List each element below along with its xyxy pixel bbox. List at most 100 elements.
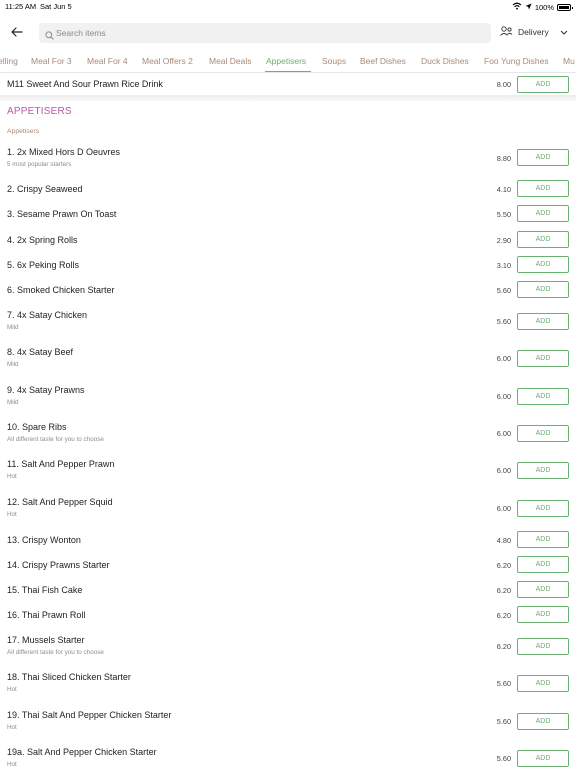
item-description: Mild — [7, 324, 19, 331]
add-button[interactable]: ADD — [517, 76, 569, 93]
item-description: Hot — [7, 686, 17, 693]
location-icon — [525, 3, 532, 12]
add-button[interactable]: ADD — [517, 556, 569, 573]
add-button[interactable]: ADD — [517, 180, 569, 197]
delivery-person-icon — [500, 26, 513, 38]
section-subtitle: Appetisers — [7, 128, 40, 135]
add-button[interactable]: ADD — [517, 281, 569, 298]
search-bar[interactable] — [39, 23, 491, 43]
item-name: 7. 4x Satay Chicken — [7, 310, 88, 320]
tab-meal-for-3[interactable]: Meal For 3 — [31, 56, 72, 66]
add-button[interactable]: ADD — [517, 713, 569, 730]
tab-meal-deals[interactable]: Meal Deals — [209, 56, 252, 66]
back-button[interactable] — [8, 24, 26, 42]
status-date: Sat Jun 5 — [40, 2, 72, 11]
tab-mu[interactable]: Mu — [563, 56, 575, 66]
add-button[interactable]: ADD — [517, 675, 569, 692]
item-name: 19. Thai Salt And Pepper Chicken Starter — [7, 710, 172, 720]
item-description: Hot — [7, 473, 17, 480]
item-name: 6. Smoked Chicken Starter — [7, 285, 115, 295]
top-bar: Delivery — [0, 20, 576, 46]
add-button[interactable]: ADD — [517, 231, 569, 248]
active-tab-indicator — [265, 71, 311, 72]
delivery-label: Delivery — [518, 27, 549, 37]
item-name: 5. 6x Peking Rolls — [7, 260, 80, 270]
item-price: 6.20 — [496, 611, 511, 620]
tab-duck-dishes[interactable]: Duck Dishes — [421, 56, 469, 66]
arrow-left-icon — [11, 24, 23, 42]
delivery-selector[interactable]: Delivery — [500, 26, 568, 38]
add-button[interactable]: ADD — [517, 581, 569, 598]
item-description: All different taste for you to choose — [7, 649, 104, 656]
battery-percent: 100% — [534, 2, 554, 12]
item-price: 5.50 — [496, 210, 511, 219]
status-bar: 11:25 AM Sat Jun 5 100% — [0, 0, 576, 14]
search-icon — [45, 27, 54, 45]
item-price: 2.90 — [496, 236, 511, 245]
add-button[interactable]: ADD — [517, 531, 569, 548]
item-price: 8.80 — [496, 154, 511, 163]
item-price: 6.20 — [496, 586, 511, 595]
item-price: 5.60 — [496, 717, 511, 726]
status-indicators: 100% — [512, 2, 573, 12]
item-price: 4.80 — [496, 536, 511, 545]
item-name: 14. Crispy Prawns Starter — [7, 560, 110, 570]
item-price: 6.00 — [496, 392, 511, 401]
item-name: 1. 2x Mixed Hors D Oeuvres — [7, 147, 121, 157]
add-button[interactable]: ADD — [517, 256, 569, 273]
item-name: 11. Salt And Pepper Prawn — [7, 459, 115, 469]
add-button[interactable]: ADD — [517, 313, 569, 330]
add-button[interactable]: ADD — [517, 149, 569, 166]
wifi-icon — [512, 2, 522, 12]
item-description: Mild — [7, 361, 19, 368]
item-description: Mild — [7, 399, 19, 406]
item-price: 5.60 — [496, 754, 511, 763]
item-name: M11 Sweet And Sour Prawn Rice Drink — [7, 79, 163, 89]
search-input[interactable] — [56, 25, 476, 41]
add-button[interactable]: ADD — [517, 350, 569, 367]
item-price: 5.60 — [496, 286, 511, 295]
tab-soups[interactable]: Soups — [322, 56, 346, 66]
add-button[interactable]: ADD — [517, 500, 569, 517]
item-name: 19a. Salt And Pepper Chicken Starter — [7, 747, 157, 757]
add-button[interactable]: ADD — [517, 462, 569, 479]
item-name: 17. Mussels Starter — [7, 635, 85, 645]
add-button[interactable]: ADD — [517, 388, 569, 405]
item-description: Hot — [7, 724, 17, 731]
item-price: 6.00 — [496, 504, 511, 513]
menu-item-row: 19a. Salt And Pepper Chicken Starter Hot… — [0, 747, 576, 768]
menu-item-row: M11 Sweet And Sour Prawn Rice Drink 8.00… — [0, 76, 576, 95]
add-button[interactable]: ADD — [517, 638, 569, 655]
item-price: 5.60 — [496, 679, 511, 688]
item-name: 8. 4x Satay Beef — [7, 347, 74, 357]
tab-beef-dishes[interactable]: Beef Dishes — [360, 56, 406, 66]
item-name: 13. Crispy Wonton — [7, 535, 81, 545]
item-name: 12. Salt And Pepper Squid — [7, 497, 113, 507]
add-button[interactable]: ADD — [517, 750, 569, 767]
tab-foo-yung-dishes[interactable]: Foo Yung Dishes — [484, 56, 549, 66]
add-button[interactable]: ADD — [517, 606, 569, 623]
section-title: APPETISERS — [7, 106, 72, 117]
add-button[interactable]: ADD — [517, 425, 569, 442]
item-price: 6.00 — [496, 429, 511, 438]
item-price: 3.10 — [496, 261, 511, 270]
item-description: Hot — [7, 511, 17, 518]
item-price: 4.10 — [496, 185, 511, 194]
item-name: 4. 2x Spring Rolls — [7, 235, 78, 245]
tab-best-selling[interactable]: elling — [0, 56, 18, 66]
tab-meal-offers-2[interactable]: Meal Offers 2 — [142, 56, 193, 66]
tab-meal-for-4[interactable]: Meal For 4 — [87, 56, 128, 66]
item-price: 6.00 — [496, 354, 511, 363]
chevron-down-icon — [560, 27, 568, 37]
add-button[interactable]: ADD — [517, 205, 569, 222]
item-name: 16. Thai Prawn Roll — [7, 610, 86, 620]
status-time: 11:25 AM — [5, 2, 37, 11]
item-description: Hot — [7, 761, 17, 768]
item-description: All different taste for you to choose — [7, 436, 104, 443]
item-name: 3. Sesame Prawn On Toast — [7, 209, 117, 219]
section-divider — [0, 95, 576, 101]
battery-icon — [557, 3, 573, 11]
item-name: 18. Thai Sliced Chicken Starter — [7, 672, 131, 682]
item-name: 2. Crispy Seaweed — [7, 184, 83, 194]
tab-appetisers[interactable]: Appetisers — [266, 56, 306, 66]
